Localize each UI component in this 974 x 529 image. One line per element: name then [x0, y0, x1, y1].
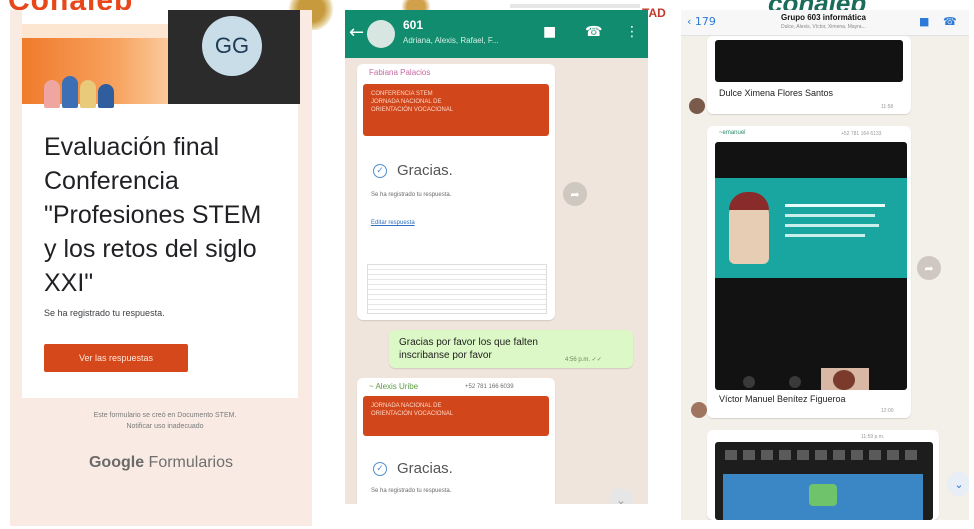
thanks-text: Gracias. — [397, 460, 453, 477]
brand-suffix: Formularios — [148, 454, 234, 471]
message-time: 4:56 p.m. ✓✓ — [565, 357, 602, 363]
caption-text: Víctor Manuel Benítez Figueroa — [719, 394, 846, 404]
video-call-icon[interactable]: ■ — [543, 24, 556, 40]
form-footer: Este formulario se creó en Documento STE… — [50, 410, 280, 432]
form-preview-thumbnail[interactable] — [367, 264, 547, 314]
group-members: Adriana, Alexis, Rafael, F... — [403, 36, 499, 45]
brand-prefix: Google — [88, 454, 145, 471]
sender-name: Fabiana Palacios — [369, 68, 431, 77]
group-members: Dulce, Alexis, Víctor, Ximena, Mayra... — [781, 24, 866, 30]
figure-icon — [98, 84, 114, 108]
group-name[interactable]: 601 — [403, 18, 423, 32]
more-options-icon[interactable]: ⋮ — [625, 24, 639, 40]
whatsapp-chat-panel: ← 601 Adriana, Alexis, Rafael, F... ■ ☎ … — [345, 10, 648, 504]
avatar: GG — [202, 16, 262, 76]
forward-icon[interactable]: ➦ — [917, 256, 941, 280]
screenshot-collage: Conalep TAD conalep GG Evaluación final … — [0, 0, 974, 529]
avatar[interactable] — [689, 98, 705, 114]
slide-text-line — [785, 214, 875, 217]
app-icon — [809, 484, 837, 506]
outgoing-message-text: Gracias por favor los que falten inscrib… — [399, 337, 538, 361]
slide-text-line — [785, 204, 885, 207]
chat-header: ← 601 Adriana, Alexis, Rafael, F... ■ ☎ … — [345, 10, 648, 58]
google-form-panel: GG Evaluación final Conferencia "Profesi… — [10, 10, 312, 526]
figure-icon — [44, 80, 60, 108]
view-responses-button[interactable]: Ver las respuestas — [44, 344, 188, 372]
sender-name: ~ Alexis Uribe — [369, 382, 419, 391]
avatar[interactable] — [691, 402, 707, 418]
group-avatar[interactable] — [367, 20, 395, 48]
scroll-down-icon[interactable]: ⌄ — [609, 488, 633, 504]
people-illustration-icon — [44, 68, 114, 108]
slide-text-line — [785, 234, 865, 237]
participant-strip — [725, 450, 921, 460]
form-confirmation-text: Se ha registrado tu respuesta. — [44, 308, 165, 318]
video-call-icon[interactable]: ■ — [919, 15, 929, 28]
figure-icon — [62, 76, 78, 108]
caption-text: Dulce Ximena Flores Santos — [719, 88, 834, 98]
form-header-band — [22, 24, 178, 38]
form-header-card: JORNADA NACIONAL DE ORIENTACIÓN VOCACION… — [363, 396, 549, 436]
whatsapp-group-panel: ‹ 179 Grupo 603 informática Dulce, Alexi… — [681, 10, 969, 520]
mic-icon — [743, 376, 755, 388]
slide-text-line — [785, 224, 879, 227]
form-header-card: CONFERENCIA STEM JORNADA NACIONAL DE ORI… — [363, 84, 549, 136]
sender-phone: +52 781 164 6133 — [841, 131, 882, 137]
message-time: 11:59 p.m. — [861, 434, 885, 440]
scroll-down-icon[interactable]: ⌄ — [947, 472, 969, 496]
image-attachment[interactable] — [715, 40, 903, 82]
checkmark-icon: ✓ — [373, 462, 387, 476]
edit-response-link[interactable]: Editar respuesta — [371, 220, 415, 226]
camera-icon — [789, 376, 801, 388]
participant-face — [833, 370, 855, 390]
back-button[interactable]: ‹ 179 — [687, 15, 716, 28]
footer-note: Este formulario se creó en Documento STE… — [93, 412, 237, 419]
sender-name: ~emanuel — [719, 130, 746, 136]
report-abuse-link[interactable]: Notificar uso inadecuado — [50, 421, 280, 432]
message-time: 12:00 — [881, 408, 894, 414]
figure-icon — [80, 80, 96, 108]
thanks-text: Gracias. — [397, 162, 453, 179]
sender-phone: +52 781 166 6039 — [465, 384, 514, 390]
checkmark-icon: ✓ — [373, 164, 387, 178]
phone-icon[interactable]: ☎ — [585, 24, 602, 40]
back-arrow-icon[interactable]: ← — [349, 22, 364, 43]
group-name[interactable]: Grupo 603 informática — [781, 13, 866, 22]
chat-header: ‹ 179 Grupo 603 informática Dulce, Alexi… — [681, 10, 969, 36]
phone-icon[interactable]: ☎ — [943, 15, 957, 28]
response-note: Se ha registrado tu respuesta. — [371, 488, 452, 494]
banner-divider — [510, 4, 640, 8]
google-forms-logo: Google Formularios — [10, 454, 312, 472]
message-time: 11:58 — [881, 104, 894, 110]
forward-icon[interactable]: ➦ — [563, 182, 587, 206]
unread-count: 179 — [694, 15, 716, 28]
form-title: Evaluación final Conferencia "Profesione… — [44, 133, 262, 297]
response-note: Se ha registrado tu respuesta. — [371, 192, 452, 198]
